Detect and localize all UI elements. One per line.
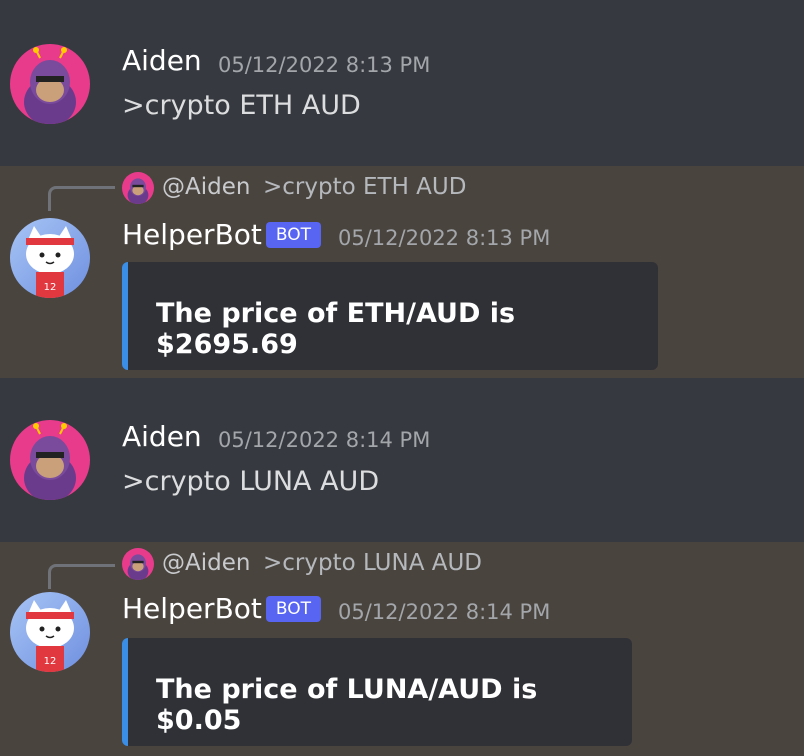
reply-avatar-icon[interactable]: [122, 172, 154, 204]
svg-text:12: 12: [44, 282, 57, 293]
message-timestamp: 05/12/2022 8:13 PM: [338, 226, 551, 250]
ape-avatar-icon[interactable]: [10, 420, 90, 500]
chat-view: M Aiden 05/12/2022 8:13 PM >crypto ETH A…: [0, 0, 804, 756]
message-timestamp: 05/12/2022 8:14 PM: [218, 428, 431, 452]
message-timestamp: 05/12/2022 8:14 PM: [338, 600, 551, 624]
message-embed: The price of LUNA/AUD is $0.05: [122, 638, 632, 746]
reply-connector: [48, 564, 115, 589]
message-author[interactable]: HelperBot: [122, 218, 262, 251]
ape-avatar-icon[interactable]: [10, 44, 90, 124]
reply-preview-text[interactable]: >crypto ETH AUD: [263, 174, 466, 200]
message-author[interactable]: Aiden: [122, 420, 202, 453]
embed-description: The price of ETH/AUD is $2695.69: [156, 298, 516, 360]
message-timestamp: 05/12/2022 8:13 PM: [218, 53, 431, 77]
message-author[interactable]: HelperBot: [122, 592, 262, 625]
message-author[interactable]: Aiden: [122, 44, 202, 77]
embed-description: The price of LUNA/AUD is $0.05: [156, 674, 538, 736]
message-content: >crypto ETH AUD: [122, 90, 361, 121]
reply-connector: [48, 186, 115, 211]
bot-badge: BOT: [266, 222, 321, 248]
cat-mascot-avatar-icon[interactable]: 12: [10, 218, 90, 298]
message-content: >crypto LUNA AUD: [122, 466, 380, 497]
message-aiden-2[interactable]: Aiden 05/12/2022 8:14 PM >crypto LUNA AU…: [0, 378, 804, 542]
cat-mascot-avatar-icon[interactable]: 12: [10, 592, 90, 672]
svg-text:12: 12: [44, 656, 57, 667]
message-helperbot-2[interactable]: @Aiden >crypto LUNA AUD 12 HelperBot BOT…: [0, 542, 804, 756]
reply-mention[interactable]: @Aiden: [162, 174, 250, 200]
message-aiden-1[interactable]: Aiden 05/12/2022 8:13 PM >crypto ETH AUD: [0, 0, 804, 166]
reply-mention[interactable]: @Aiden: [162, 550, 250, 576]
message-helperbot-1[interactable]: @Aiden >crypto ETH AUD 12 HelperBot BOT …: [0, 166, 804, 378]
bot-badge: BOT: [266, 596, 321, 622]
message-embed: The price of ETH/AUD is $2695.69: [122, 262, 658, 370]
reply-preview-text[interactable]: >crypto LUNA AUD: [263, 550, 482, 576]
reply-avatar-icon[interactable]: [122, 548, 154, 580]
